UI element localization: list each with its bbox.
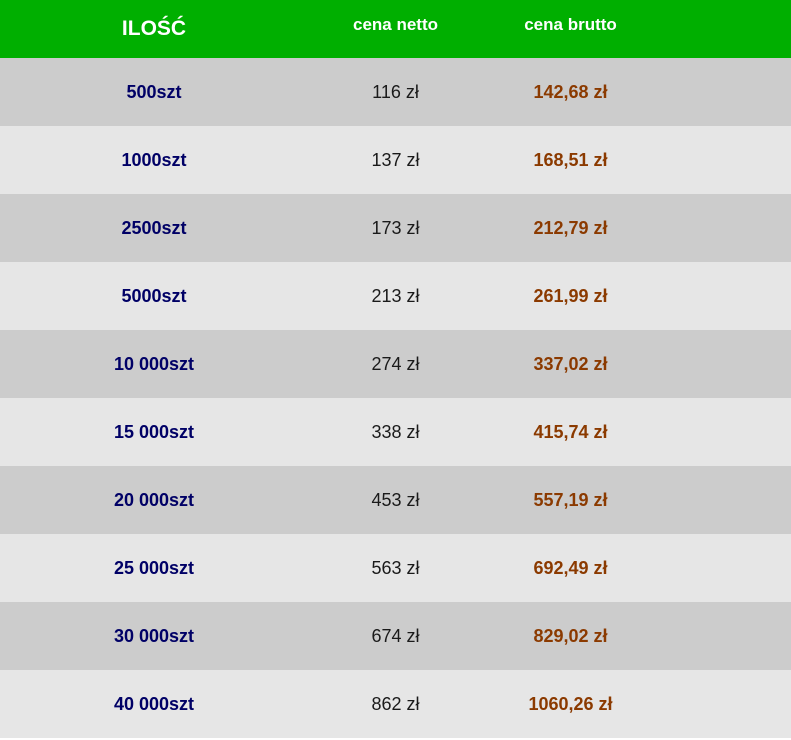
cell-gross-price: 337,02 zł: [533, 353, 608, 374]
cell-net-price: 674 zł: [371, 625, 420, 646]
cell-gross-price: 168,51 zł: [533, 149, 608, 170]
cell-gross-price: 261,99 zł: [533, 285, 608, 306]
table-row: 5000szt 213 zł 261,99 zł: [0, 262, 791, 330]
cell-net-price: 213 zł: [371, 285, 420, 306]
cell-quantity: 2500szt: [121, 217, 187, 238]
table-row: 15 000szt 338 zł 415,74 zł: [0, 398, 791, 466]
table-row: 25 000szt 563 zł 692,49 zł: [0, 534, 791, 602]
header-net-price: cena netto: [352, 15, 439, 34]
header-quantity: ILOŚĆ: [121, 17, 187, 40]
cell-quantity: 500szt: [126, 81, 182, 102]
cell-net-price: 173 zł: [371, 217, 420, 238]
cell-quantity: 1000szt: [121, 149, 187, 170]
cell-quantity: 25 000szt: [113, 557, 195, 578]
table-body: 500szt 116 zł 142,68 zł 1000szt 137 zł 1…: [0, 58, 791, 738]
cell-gross-price: 142,68 zł: [533, 81, 608, 102]
table-row: 1000szt 137 zł 168,51 zł: [0, 126, 791, 194]
cell-gross-price: 557,19 zł: [533, 489, 608, 510]
table-row: 20 000szt 453 zł 557,19 zł: [0, 466, 791, 534]
cell-net-price: 453 zł: [371, 489, 420, 510]
cell-gross-price: 829,02 zł: [533, 625, 608, 646]
price-table: ILOŚĆ cena netto cena brutto 500szt 116 …: [0, 0, 791, 740]
table-row: 40 000szt 862 zł 1060,26 zł: [0, 670, 791, 738]
cell-quantity: 30 000szt: [113, 625, 195, 646]
cell-net-price: 137 zł: [371, 149, 420, 170]
cell-net-price: 563 zł: [371, 557, 420, 578]
table-row: 30 000szt 674 zł 829,02 zł: [0, 602, 791, 670]
cell-gross-price: 415,74 zł: [533, 421, 608, 442]
cell-net-price: 116 zł: [372, 81, 419, 102]
cell-gross-price: 1060,26 zł: [528, 693, 613, 714]
cell-quantity: 5000szt: [121, 285, 187, 306]
cell-net-price: 274 zł: [371, 353, 420, 374]
cell-net-price: 862 zł: [371, 693, 420, 714]
cell-quantity: 40 000szt: [113, 693, 195, 714]
cell-quantity: 15 000szt: [113, 421, 195, 442]
cell-gross-price: 692,49 zł: [533, 557, 608, 578]
table-row: 500szt 116 zł 142,68 zł: [0, 58, 791, 126]
table-header: ILOŚĆ cena netto cena brutto: [0, 0, 791, 58]
cell-gross-price: 212,79 zł: [533, 217, 608, 238]
cell-net-price: 338 zł: [371, 421, 420, 442]
cell-quantity: 20 000szt: [113, 489, 195, 510]
cell-quantity: 10 000szt: [113, 353, 195, 374]
table-row: 2500szt 173 zł 212,79 zł: [0, 194, 791, 262]
table-row: 10 000szt 274 zł 337,02 zł: [0, 330, 791, 398]
header-gross-price: cena brutto: [524, 15, 617, 34]
